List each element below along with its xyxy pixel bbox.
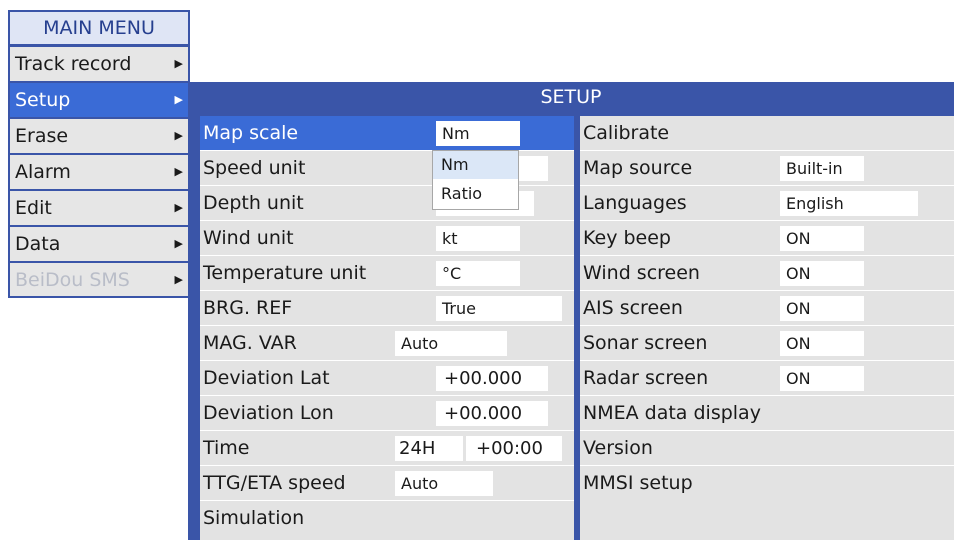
setting-label: Speed unit	[203, 157, 306, 179]
setting-label: BRG. REF	[203, 297, 293, 319]
menu-item-label: Track record	[15, 53, 132, 75]
menu-item-beidou-sms: BeiDou SMS ▶	[10, 263, 188, 296]
menu-item-data[interactable]: Data ▶	[10, 227, 188, 261]
setting-label: MMSI setup	[583, 472, 693, 494]
menu-item-label: Edit	[15, 197, 52, 219]
menu-item-label: Erase	[15, 125, 69, 147]
setting-sonar-screen[interactable]: Sonar screen ON	[580, 326, 954, 361]
setup-title: SETUP	[540, 86, 602, 108]
key-beep-value[interactable]: ON	[780, 226, 864, 251]
main-menu-title: MAIN MENU	[10, 12, 188, 44]
dropdown-option-ratio[interactable]: Ratio	[433, 180, 518, 208]
setting-label: Depth unit	[203, 192, 304, 214]
setting-wind-unit[interactable]: Wind unit kt	[200, 221, 574, 256]
deviation-lon-value[interactable]: +00.000	[436, 401, 548, 426]
setting-time[interactable]: Time 24H +00:00	[200, 431, 574, 466]
setting-temperature-unit[interactable]: Temperature unit °C	[200, 256, 574, 291]
map-source-value[interactable]: Built-in	[780, 156, 864, 181]
time-format-value[interactable]: 24H	[395, 436, 463, 461]
setting-label: Map source	[583, 157, 693, 179]
wind-screen-value[interactable]: ON	[780, 261, 864, 286]
map-scale-value[interactable]: Nm	[436, 121, 520, 146]
main-menu: MAIN MENU Track record ▶ Setup ▶ Erase ▶…	[8, 10, 190, 298]
setting-wind-screen[interactable]: Wind screen ON	[580, 256, 954, 291]
setting-simulation[interactable]: Simulation	[200, 501, 574, 536]
setup-panel: SETUP Map scale Nm Speed unit Depth unit…	[188, 82, 954, 540]
setting-label: Deviation Lon	[203, 402, 334, 424]
setting-ais-screen[interactable]: AIS screen ON	[580, 291, 954, 326]
setting-key-beep[interactable]: Key beep ON	[580, 221, 954, 256]
radar-screen-value[interactable]: ON	[780, 366, 864, 391]
setting-label: Version	[583, 437, 653, 459]
chevron-right-icon: ▶	[174, 57, 183, 70]
chevron-right-icon: ▶	[174, 201, 183, 214]
ttg-eta-speed-value[interactable]: Auto	[395, 471, 493, 496]
setting-mag-var[interactable]: MAG. VAR Auto	[200, 326, 574, 361]
menu-item-label: Alarm	[15, 161, 71, 183]
setting-label: Wind screen	[583, 262, 700, 284]
setting-label: Key beep	[583, 227, 671, 249]
setting-mmsi-setup[interactable]: MMSI setup	[580, 466, 954, 501]
setting-label: NMEA data display	[583, 402, 761, 424]
setting-label: Simulation	[203, 507, 305, 529]
setting-label: TTG/ETA speed	[203, 472, 346, 494]
setting-label: Map scale	[203, 122, 299, 144]
setting-label: AIS screen	[583, 297, 683, 319]
menu-item-edit[interactable]: Edit ▶	[10, 191, 188, 225]
setting-label: Calibrate	[583, 122, 670, 144]
menu-item-setup[interactable]: Setup ▶	[10, 83, 188, 117]
setting-deviation-lat[interactable]: Deviation Lat +00.000	[200, 361, 574, 396]
languages-value[interactable]: English	[780, 191, 918, 216]
setting-ttg-eta-speed[interactable]: TTG/ETA speed Auto	[200, 466, 574, 501]
chevron-right-icon: ▶	[174, 93, 183, 106]
dropdown-option-nm[interactable]: Nm	[433, 151, 518, 179]
wind-unit-value[interactable]: kt	[436, 226, 520, 251]
setting-label: Languages	[583, 192, 687, 214]
chevron-right-icon: ▶	[174, 237, 183, 250]
setting-label: Sonar screen	[583, 332, 708, 354]
setup-right-column: Calibrate Map source Built-in Languages …	[580, 116, 954, 540]
map-scale-dropdown: Nm Ratio	[432, 150, 519, 210]
setting-deviation-lon[interactable]: Deviation Lon +00.000	[200, 396, 574, 431]
setting-label: MAG. VAR	[203, 332, 297, 354]
menu-item-track-record[interactable]: Track record ▶	[10, 47, 188, 81]
setting-nmea-data-display[interactable]: NMEA data display	[580, 396, 954, 431]
setting-map-scale[interactable]: Map scale Nm	[200, 116, 574, 151]
setting-languages[interactable]: Languages English	[580, 186, 954, 221]
menu-item-label: Data	[15, 233, 61, 255]
ais-screen-value[interactable]: ON	[780, 296, 864, 321]
deviation-lat-value[interactable]: +00.000	[436, 366, 548, 391]
chevron-right-icon: ▶	[174, 273, 183, 286]
setting-radar-screen[interactable]: Radar screen ON	[580, 361, 954, 396]
setting-label: Deviation Lat	[203, 367, 330, 389]
setting-label: Temperature unit	[203, 262, 367, 284]
menu-item-erase[interactable]: Erase ▶	[10, 119, 188, 153]
mag-var-value[interactable]: Auto	[395, 331, 507, 356]
chevron-right-icon: ▶	[174, 129, 183, 142]
setting-label: Radar screen	[583, 367, 709, 389]
menu-item-label: BeiDou SMS	[15, 269, 130, 291]
sonar-screen-value[interactable]: ON	[780, 331, 864, 356]
setting-label: Time	[203, 437, 250, 459]
setting-brg-ref[interactable]: BRG. REF True	[200, 291, 574, 326]
menu-item-alarm[interactable]: Alarm ▶	[10, 155, 188, 189]
temperature-unit-value[interactable]: °C	[436, 261, 520, 286]
brg-ref-value[interactable]: True	[436, 296, 562, 321]
setting-version[interactable]: Version	[580, 431, 954, 466]
setting-map-source[interactable]: Map source Built-in	[580, 151, 954, 186]
chevron-right-icon: ▶	[174, 165, 183, 178]
setting-calibrate[interactable]: Calibrate	[580, 116, 954, 151]
setting-label: Wind unit	[203, 227, 294, 249]
time-offset-value[interactable]: +00:00	[466, 436, 562, 461]
menu-item-label: Setup	[15, 89, 71, 111]
